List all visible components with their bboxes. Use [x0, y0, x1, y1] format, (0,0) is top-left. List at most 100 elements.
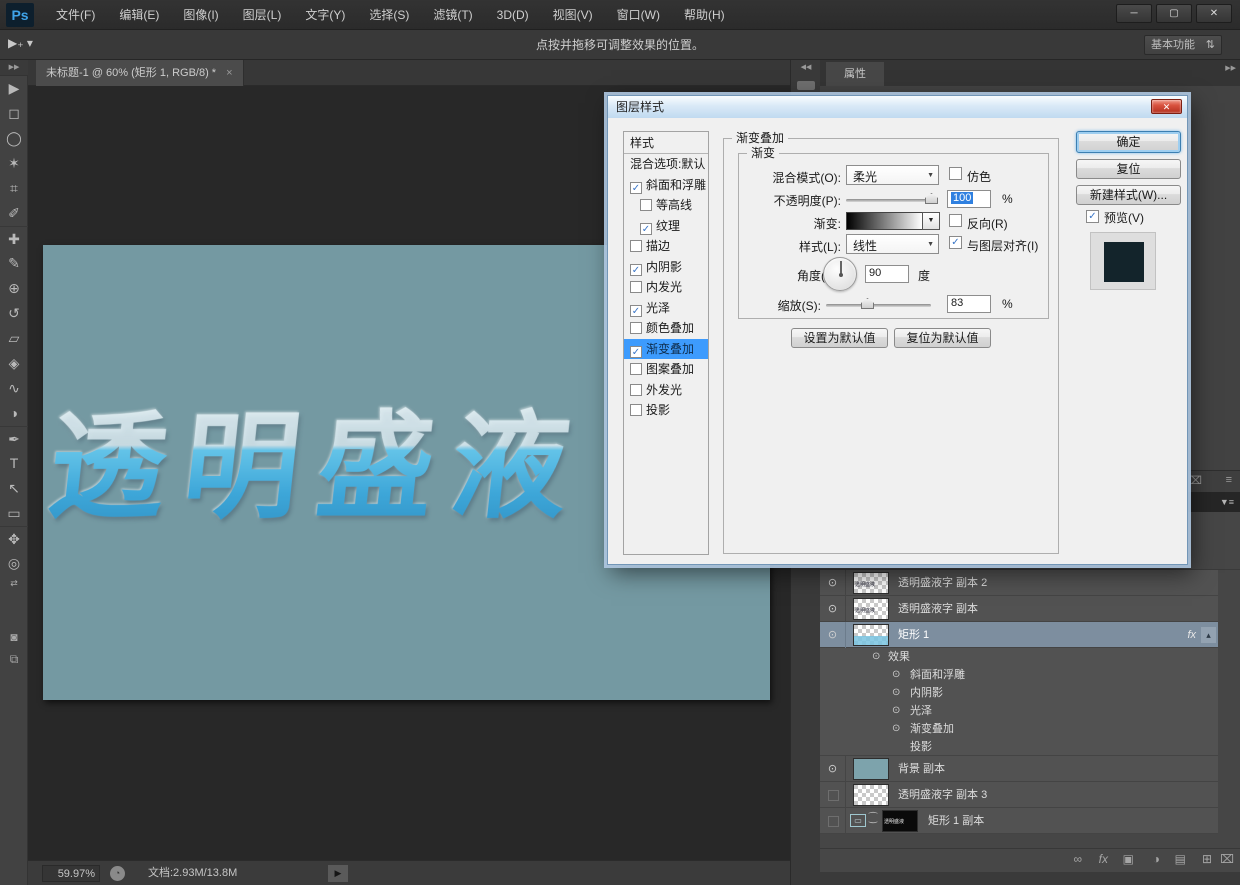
style-item-texture[interactable]: ✓ 纹理 — [624, 216, 708, 237]
effect-row[interactable]: ⊙ 光泽 — [820, 702, 1218, 720]
visibility-eye-icon[interactable]: ⊙ — [820, 622, 846, 648]
layer-row[interactable]: ⊙ 透明盛液 透明盛液字 副本 — [820, 596, 1218, 622]
dither-checkbox[interactable] — [949, 167, 962, 180]
magic-wand-tool[interactable]: ✶ — [0, 151, 28, 176]
fx-badge-icon[interactable]: fx — [1187, 622, 1196, 648]
eraser-tool[interactable]: ▱ — [0, 326, 28, 351]
status-flyout-icon[interactable]: ▶ — [328, 865, 348, 882]
layer-thumbnail[interactable] — [853, 784, 889, 806]
checkbox-checked-icon[interactable]: ✓ — [630, 263, 642, 276]
layer-name[interactable]: 透明盛液字 副本 3 — [898, 782, 987, 808]
menu-file[interactable]: 文件(F) — [44, 0, 107, 30]
layer-thumbnail[interactable]: 透明盛液 — [853, 572, 889, 594]
preview-checkbox[interactable]: ✓ — [1086, 210, 1099, 223]
dodge-tool[interactable]: ◑ — [0, 401, 28, 426]
hand-tool[interactable]: ✥ — [0, 526, 28, 551]
move-tool-icon[interactable]: ▶₊ ▾ — [8, 36, 33, 50]
style-item-color-overlay[interactable]: 颜色叠加 — [624, 318, 708, 339]
group-folder-icon[interactable]: ▤ — [1175, 852, 1186, 866]
zoom-level-field[interactable]: 59.97% — [42, 865, 100, 882]
marquee-tool[interactable]: ◻ — [0, 101, 28, 126]
style-item-drop-shadow[interactable]: 投影 — [624, 400, 708, 421]
style-item-stroke[interactable]: 描边 — [624, 236, 708, 257]
document-tab[interactable]: 未标题-1 @ 60% (矩形 1, RGB/8) * × — [36, 60, 244, 86]
layer-row-hidden[interactable]: ▭ ⁐ 透明盛液 矩形 1 副本 — [820, 808, 1218, 834]
effect-label[interactable]: 光泽 — [910, 702, 932, 720]
visibility-eye-icon[interactable]: ⊙ — [872, 648, 880, 666]
checkbox-icon[interactable] — [630, 281, 642, 293]
effect-row[interactable]: ⊙ 斜面和浮雕 — [820, 666, 1218, 684]
opacity-slider[interactable] — [846, 199, 938, 202]
trash-icon[interactable]: ⌧ — [1189, 474, 1202, 487]
tab-properties[interactable]: 属性 — [826, 62, 884, 86]
scale-slider[interactable] — [826, 304, 931, 307]
pen-tool[interactable]: ✒ — [0, 426, 28, 451]
menu-3d[interactable]: 3D(D) — [485, 0, 541, 30]
swap-colors-icon[interactable]: ⇄ — [0, 576, 28, 590]
effect-label[interactable]: 斜面和浮雕 — [910, 666, 965, 684]
gradient-preview-bar[interactable] — [846, 212, 923, 230]
style-item-pattern-overlay[interactable]: 图案叠加 — [624, 359, 708, 380]
visibility-eye-icon[interactable]: ⊙ — [892, 684, 900, 702]
blend-mode-dropdown[interactable]: 柔光 ▼ — [846, 165, 939, 185]
visibility-eye-icon[interactable]: ⊙ — [820, 570, 846, 596]
checkbox-icon[interactable] — [630, 363, 642, 375]
dialog-title-bar[interactable]: 图层样式 — [608, 96, 1187, 118]
effect-row-hidden[interactable]: 投影 — [820, 738, 1218, 756]
menu-help[interactable]: 帮助(H) — [672, 0, 737, 30]
close-button[interactable]: ✕ — [1196, 4, 1232, 23]
visibility-eye-icon[interactable]: ⊙ — [892, 666, 900, 684]
layer-thumbnail[interactable]: 透明盛液 — [853, 598, 889, 620]
collapsed-panel-icon[interactable] — [796, 81, 815, 90]
layer-row-hidden[interactable]: 透明盛液字 副本 3 — [820, 782, 1218, 808]
menu-layer[interactable]: 图层(L) — [231, 0, 294, 30]
visibility-eye-icon[interactable]: ⊙ — [892, 720, 900, 738]
reset-button[interactable]: 复位 — [1076, 159, 1181, 179]
collapse-effects-icon[interactable]: ▴ — [1201, 627, 1216, 643]
set-default-button[interactable]: 设置为默认值 — [791, 328, 888, 348]
type-tool[interactable]: T — [0, 451, 28, 476]
reset-default-button[interactable]: 复位为默认值 — [894, 328, 991, 348]
layer-row[interactable]: ⊙ 透明盛液 透明盛液字 副本 2 — [820, 570, 1218, 596]
menu-select[interactable]: 选择(S) — [357, 0, 421, 30]
layer-thumbnail[interactable] — [853, 624, 889, 646]
new-layer-icon[interactable]: ⊞ — [1202, 852, 1212, 866]
healing-brush-tool[interactable]: ✚ — [0, 226, 28, 251]
style-item-contour[interactable]: 等高线 — [624, 195, 708, 216]
checkbox-icon[interactable] — [630, 322, 642, 334]
menu-window[interactable]: 窗口(W) — [605, 0, 672, 30]
layer-name[interactable]: 透明盛液字 副本 2 — [898, 570, 987, 596]
dialog-close-button[interactable]: ✕ — [1151, 99, 1182, 114]
zoom-tool[interactable]: ◎ — [0, 551, 28, 576]
collapse-panels-icon[interactable]: ◀◀ — [791, 60, 821, 75]
reverse-checkbox[interactable] — [949, 214, 962, 227]
effect-row[interactable]: ⊙ 内阴影 — [820, 684, 1218, 702]
style-item-inner-glow[interactable]: 内发光 — [624, 277, 708, 298]
layer-thumbnail[interactable]: 透明盛液 — [882, 810, 918, 832]
menu-edit[interactable]: 编辑(E) — [107, 0, 171, 30]
checkbox-icon[interactable] — [640, 199, 652, 211]
minimize-button[interactable]: ─ — [1116, 4, 1152, 23]
style-item-satin[interactable]: ✓ 光泽 — [624, 298, 708, 319]
ok-button[interactable]: 确定 — [1076, 131, 1181, 153]
new-style-button[interactable]: 新建样式(W)... — [1076, 185, 1181, 205]
panel-menu-icon[interactable]: ▼≡ — [1220, 497, 1234, 507]
checkbox-checked-icon[interactable]: ✓ — [630, 345, 642, 358]
visibility-eye-icon[interactable]: ⊙ — [820, 756, 846, 782]
paint-bucket-tool[interactable]: ◈ — [0, 351, 28, 376]
opacity-value-field[interactable]: 100 — [947, 190, 991, 208]
delete-layer-trash-icon[interactable]: ⌧ — [1220, 852, 1234, 866]
angle-value-field[interactable]: 90 — [865, 265, 909, 283]
tab-close-icon[interactable]: × — [226, 60, 232, 86]
move-tool[interactable]: ▶ — [0, 76, 28, 101]
adjustment-layer-icon[interactable]: ◑ — [1153, 852, 1160, 866]
style-item-gradient-overlay[interactable]: ✓ 渐变叠加 — [624, 338, 708, 359]
layer-name[interactable]: 矩形 1 副本 — [928, 808, 984, 834]
align-with-layer-checkbox[interactable]: ✓ — [949, 236, 962, 249]
checkbox-checked-icon[interactable]: ✓ — [630, 304, 642, 317]
style-item-outer-glow[interactable]: 外发光 — [624, 380, 708, 401]
shape-tool[interactable]: ▭ — [0, 501, 28, 526]
style-item-bevel-emboss[interactable]: ✓ 斜面和浮雕 — [624, 175, 708, 196]
layer-name[interactable]: 矩形 1 — [898, 622, 929, 648]
layer-thumbnail[interactable] — [853, 758, 889, 780]
